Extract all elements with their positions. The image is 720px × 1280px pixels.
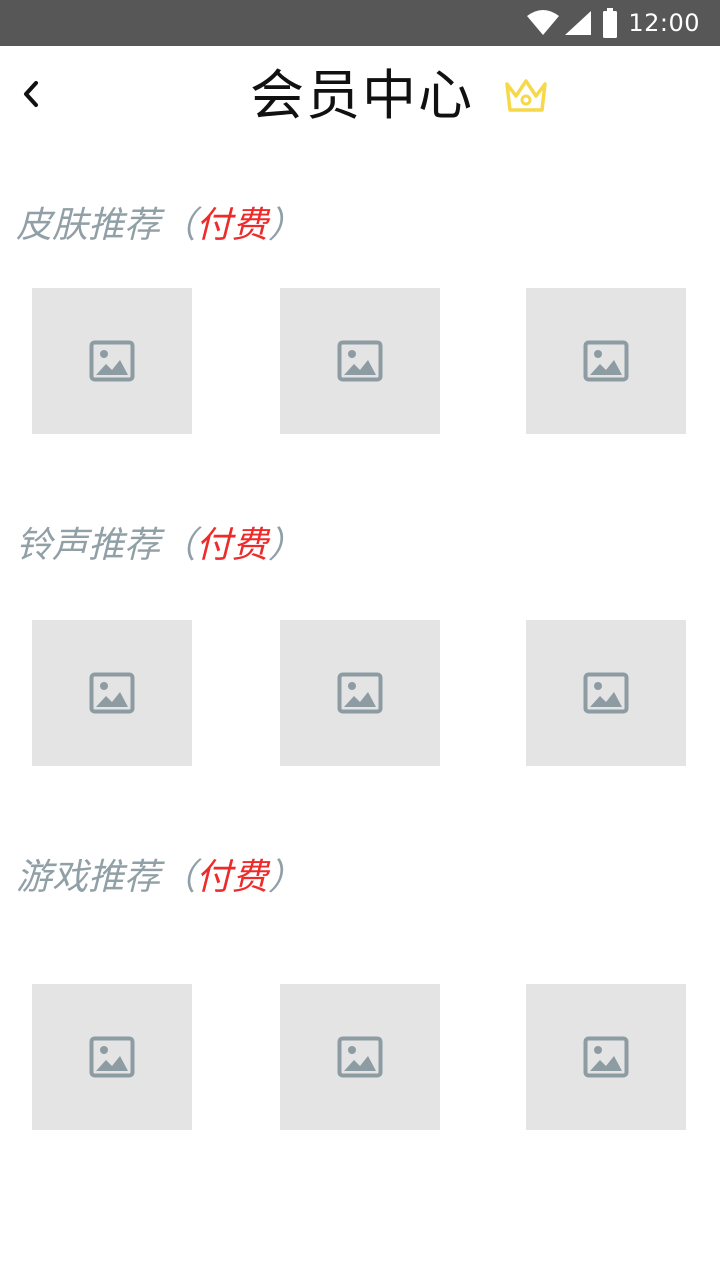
- section-title-ringtones: 铃声推荐（付费）: [16, 524, 304, 568]
- skin-item[interactable]: [526, 288, 686, 434]
- chevron-left-icon: [14, 81, 50, 120]
- game-item[interactable]: [526, 984, 686, 1130]
- open-paren: （: [160, 525, 197, 566]
- image-placeholder-icon: [583, 340, 629, 382]
- section-label: 铃声推荐: [16, 525, 161, 566]
- clock: 12:00: [628, 9, 700, 37]
- status-icons: 12:00: [526, 0, 700, 46]
- image-placeholder-icon: [337, 672, 383, 714]
- image-placeholder-icon: [337, 340, 383, 382]
- status-bar: 12:00: [0, 0, 720, 46]
- skin-item[interactable]: [280, 288, 440, 434]
- ringtone-item[interactable]: [280, 620, 440, 766]
- ringtone-item[interactable]: [32, 620, 192, 766]
- close-paren: ）: [268, 205, 305, 246]
- open-paren: （: [160, 857, 197, 898]
- paid-tag: 付费: [196, 525, 269, 566]
- header: 会员中心: [0, 46, 720, 146]
- image-placeholder-icon: [337, 1036, 383, 1078]
- game-item[interactable]: [280, 984, 440, 1130]
- back-button[interactable]: [14, 72, 50, 116]
- image-placeholder-icon: [583, 672, 629, 714]
- ringtone-item[interactable]: [526, 620, 686, 766]
- skin-item[interactable]: [32, 288, 192, 434]
- wifi-icon: [526, 10, 560, 36]
- page-title: 会员中心: [250, 64, 474, 127]
- close-paren: ）: [268, 525, 305, 566]
- cellular-signal-icon: [564, 10, 592, 36]
- game-item[interactable]: [32, 984, 192, 1130]
- image-placeholder-icon: [89, 672, 135, 714]
- open-paren: （: [160, 205, 197, 246]
- section-label: 皮肤推荐: [16, 205, 161, 246]
- image-placeholder-icon: [583, 1036, 629, 1078]
- section-title-skins: 皮肤推荐（付费）: [16, 204, 304, 248]
- image-placeholder-icon: [89, 340, 135, 382]
- section-title-games: 游戏推荐（付费）: [16, 856, 304, 900]
- section-label: 游戏推荐: [16, 857, 161, 898]
- paid-tag: 付费: [196, 857, 269, 898]
- close-paren: ）: [268, 857, 305, 898]
- battery-icon: [602, 8, 618, 38]
- paid-tag: 付费: [196, 205, 269, 246]
- image-placeholder-icon: [89, 1036, 135, 1078]
- crown-icon: [502, 76, 550, 116]
